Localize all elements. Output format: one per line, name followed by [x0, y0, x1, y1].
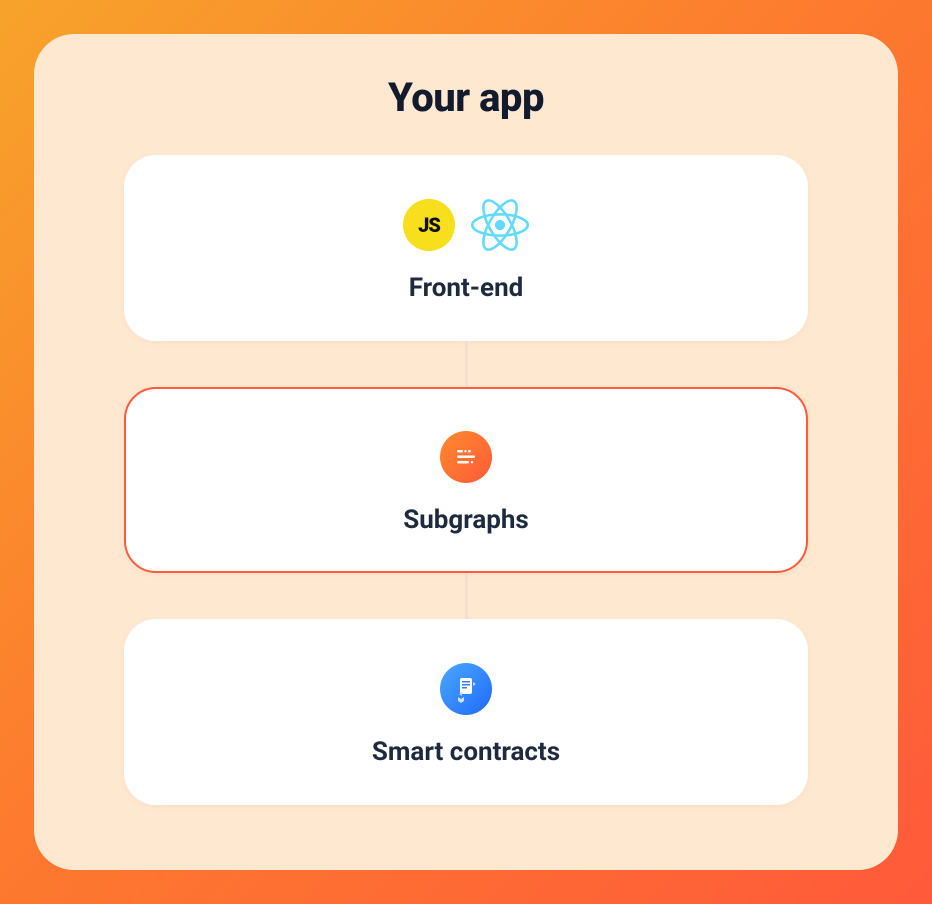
layer-label: Smart contracts	[372, 737, 560, 767]
layer-card-frontend: JS Front-end	[124, 155, 808, 341]
connector-line	[465, 573, 468, 619]
contracts-icons	[440, 657, 492, 721]
connector-line	[465, 341, 468, 387]
subgraphs-icons	[440, 425, 492, 489]
layer-label: Subgraphs	[403, 505, 529, 535]
react-icon	[471, 196, 529, 254]
layer-card-contracts: Smart contracts	[124, 619, 808, 805]
app-panel: Your app JS	[34, 34, 898, 870]
layer-card-subgraphs: Subgraphs	[124, 387, 808, 573]
panel-title: Your app	[388, 74, 544, 121]
frontend-icons: JS	[403, 193, 529, 257]
layer-stack: JS Front-end	[104, 155, 828, 805]
smart-contract-icon	[440, 663, 492, 715]
subgraph-icon	[440, 431, 492, 483]
diagram-frame: Your app JS	[0, 0, 932, 904]
layer-label: Front-end	[409, 273, 524, 303]
javascript-icon: JS	[403, 199, 455, 251]
